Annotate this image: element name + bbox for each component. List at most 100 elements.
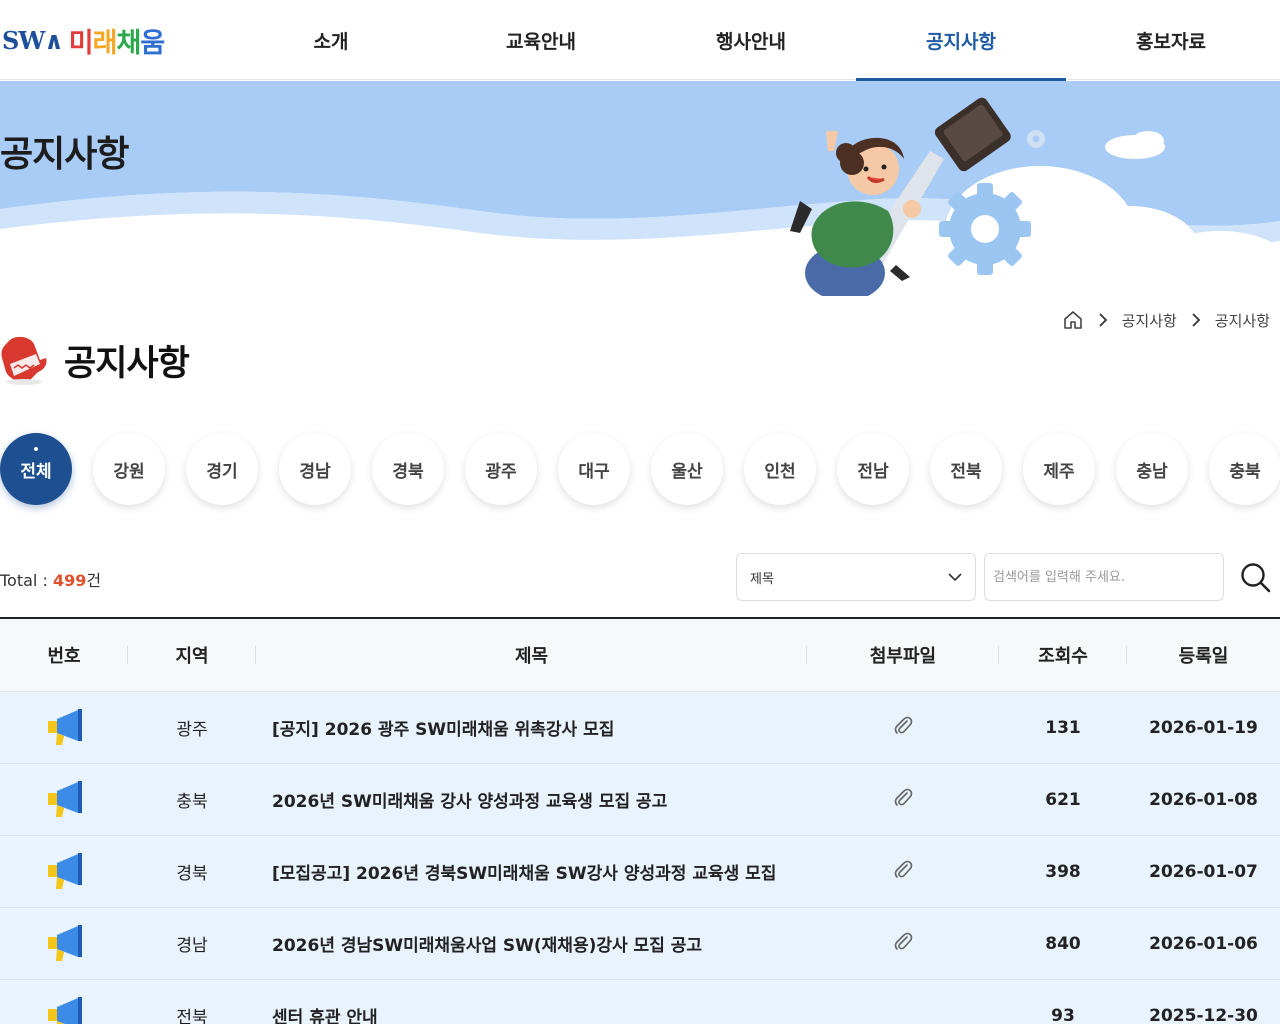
row-number	[0, 921, 128, 966]
breadcrumb: 공지사항 공지사항	[1062, 309, 1270, 331]
row-number	[0, 777, 128, 822]
chevron-down-icon	[948, 573, 962, 582]
select-value: 제목	[750, 571, 774, 587]
table-header: 번호 지역 제목 첨부파일 조회수 등록일	[0, 619, 1280, 692]
page-heading: 공지사항	[0, 334, 190, 386]
row-title-link[interactable]: [공지] 2026 광주 SW미래채움 위촉강사 모집	[256, 715, 807, 740]
col-number: 번호	[0, 642, 128, 668]
megaphone-icon	[48, 781, 82, 817]
row-region: 광주	[176, 720, 208, 740]
nav-notices[interactable]: 공지사항	[856, 0, 1066, 81]
row-views: 131	[1045, 717, 1081, 738]
row-number	[0, 849, 128, 894]
total-label: Total :	[0, 571, 53, 590]
row-attachment	[807, 786, 999, 813]
search-icon[interactable]	[1238, 560, 1272, 594]
region-tab[interactable]: 대구	[558, 433, 630, 505]
banner-title: 공지사항	[0, 134, 129, 175]
total-unit: 건	[86, 571, 102, 590]
megaphone-icon	[48, 997, 82, 1024]
notice-table: 번호 지역 제목 첨부파일 조회수 등록일 광주 [공지] 2026 광주 SW…	[0, 617, 1280, 1024]
nav-events[interactable]: 행사안내	[646, 0, 856, 80]
table-body: 광주 [공지] 2026 광주 SW미래채움 위촉강사 모집 131 2026-…	[0, 692, 1280, 1024]
nav-education[interactable]: 교육안내	[436, 0, 646, 80]
logo-char: 움	[140, 27, 165, 59]
main-nav: 소개 교육안내 행사안내 공지사항 홍보자료	[226, 0, 1276, 81]
small-gear-icon	[1027, 130, 1045, 148]
region-tab[interactable]: 경남	[279, 433, 351, 505]
region-tab-all[interactable]: 전체	[0, 433, 72, 505]
site-header: SW∧ 미래채움 소개 교육안내 행사안내 공지사항 홍보자료	[0, 0, 1280, 81]
search-field-select[interactable]: 제목	[736, 553, 976, 601]
row-region: 경북	[176, 864, 208, 884]
region-tab[interactable]: 울산	[651, 433, 723, 505]
chevron-right-icon	[1192, 313, 1201, 327]
region-tab[interactable]: 강원	[93, 433, 165, 505]
megaphone-icon	[48, 853, 82, 889]
region-tab[interactable]: 광주	[465, 433, 537, 505]
table-row[interactable]: 경남 2026년 경남SW미래채움사업 SW(재채용)강사 모집 공고 840 …	[0, 908, 1280, 980]
row-date: 2026-01-08	[1149, 789, 1258, 810]
breadcrumb-item[interactable]: 공지사항	[1215, 310, 1270, 331]
row-title-link[interactable]: [모집공고] 2026년 경북SW미래채움 SW강사 양성과정 교육생 모집	[256, 859, 807, 884]
paperclip-icon[interactable]	[892, 930, 914, 952]
region-tab[interactable]: 경기	[186, 433, 258, 505]
row-region: 전북	[176, 1008, 208, 1024]
search-input[interactable]	[984, 553, 1224, 601]
table-row[interactable]: 전북 센터 휴관 안내 93 2025-12-30	[0, 980, 1280, 1024]
page-title: 공지사항	[64, 343, 190, 384]
region-tab[interactable]: 충남	[1116, 433, 1188, 505]
row-views: 93	[1051, 1005, 1075, 1024]
row-attachment	[807, 930, 999, 957]
row-date: 2026-01-07	[1149, 861, 1258, 882]
row-views: 621	[1045, 789, 1081, 810]
home-icon[interactable]	[1062, 309, 1084, 331]
row-attachment	[807, 714, 999, 741]
region-tab[interactable]: 인천	[744, 433, 816, 505]
region-tab[interactable]: 전북	[930, 433, 1002, 505]
table-row[interactable]: 광주 [공지] 2026 광주 SW미래채움 위촉강사 모집 131 2026-…	[0, 692, 1280, 764]
region-tab[interactable]: 전남	[837, 433, 909, 505]
region-tab[interactable]: 충북	[1209, 433, 1280, 505]
table-row[interactable]: 경북 [모집공고] 2026년 경북SW미래채움 SW강사 양성과정 교육생 모…	[0, 836, 1280, 908]
row-date: 2026-01-06	[1149, 933, 1258, 954]
gear-icon	[939, 183, 1031, 275]
chevron-right-icon	[1098, 313, 1107, 327]
nav-intro[interactable]: 소개	[226, 0, 436, 80]
logo-char: 채	[116, 27, 141, 59]
row-attachment	[807, 858, 999, 885]
row-title-link[interactable]: 2026년 SW미래채움 강사 양성과정 교육생 모집 공고	[256, 787, 807, 812]
region-tab[interactable]: 경북	[372, 433, 444, 505]
mitten-icon	[1, 336, 47, 385]
col-attachment: 첨부파일	[807, 642, 999, 668]
total-number: 499	[52, 571, 87, 590]
row-number	[0, 993, 128, 1024]
nav-promotion[interactable]: 홍보자료	[1066, 0, 1276, 80]
col-region: 지역	[128, 642, 256, 668]
logo-char: 미	[68, 27, 94, 59]
row-title-link[interactable]: 센터 휴관 안내	[256, 1003, 807, 1024]
megaphone-icon	[48, 925, 82, 961]
region-filter: 전체 강원 경기 경남 경북 광주 대구 울산 인천 전남 전북 제주 충남 충…	[0, 433, 1280, 505]
site-logo[interactable]: SW∧ 미래채움	[2, 20, 165, 60]
col-views: 조회수	[999, 642, 1127, 668]
row-views: 398	[1045, 861, 1081, 882]
total-count: Total : 499건	[0, 567, 101, 591]
region-tab[interactable]: 제주	[1023, 433, 1095, 505]
paperclip-icon[interactable]	[892, 714, 914, 736]
table-row[interactable]: 충북 2026년 SW미래채움 강사 양성과정 교육생 모집 공고 621 20…	[0, 764, 1280, 836]
row-region: 경남	[176, 936, 208, 956]
row-date: 2025-12-30	[1149, 1005, 1258, 1024]
banner-background	[0, 81, 1280, 296]
megaphone-icon	[48, 709, 82, 745]
page-banner: 공지사항	[0, 81, 1280, 296]
paperclip-icon[interactable]	[892, 786, 914, 808]
paperclip-icon[interactable]	[892, 858, 914, 880]
col-date: 등록일	[1178, 646, 1229, 667]
logo-sw-text: SW∧	[2, 25, 64, 55]
row-date: 2026-01-19	[1149, 717, 1258, 738]
col-title: 제목	[256, 642, 807, 668]
breadcrumb-item[interactable]: 공지사항	[1122, 310, 1177, 331]
row-region: 충북	[176, 792, 208, 812]
row-title-link[interactable]: 2026년 경남SW미래채움사업 SW(재채용)강사 모집 공고	[256, 931, 807, 956]
